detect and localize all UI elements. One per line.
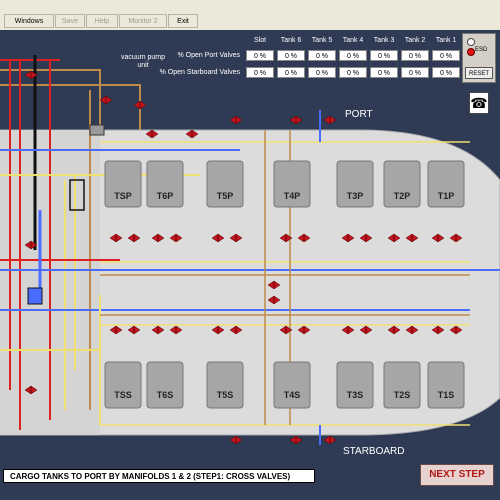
esd-radio[interactable] — [467, 38, 475, 46]
tank-tss: TSS — [114, 390, 132, 400]
footer-bar: CARGO TANKS TO PORT BY MANIFOLDS 1 & 2 (… — [0, 460, 500, 500]
phone-icon[interactable]: ☎ — [469, 92, 489, 114]
menu-exit[interactable]: Exit — [168, 14, 198, 28]
col-tank1: Tank 1 — [435, 37, 457, 44]
esd-indicator-icon — [467, 48, 475, 56]
menu-windows[interactable]: Windows — [4, 14, 54, 28]
col-tank6: Tank 6 — [280, 37, 302, 44]
tank-tsp: TSP — [114, 191, 132, 201]
col-tank3: Tank 3 — [373, 37, 395, 44]
tank-t6p: T6P — [156, 191, 174, 201]
tank-t1p: T1P — [437, 191, 455, 201]
cargo-control-screen: TSP T6P T5P T4P T3P T2P T1P TSS T6S T5S … — [0, 30, 500, 460]
tank-t4s: T4S — [283, 390, 301, 400]
stbd-tank3-value: 0 % — [370, 67, 398, 78]
esd-panel: ESD RESET — [462, 33, 496, 83]
tank-t5p: T5P — [216, 191, 234, 201]
tank-t5s: T5S — [216, 390, 234, 400]
vacuum-pump — [89, 124, 105, 136]
tank-t1s: T1S — [437, 390, 455, 400]
tank-t3p: T3P — [346, 191, 364, 201]
starboard-tanks — [104, 361, 465, 409]
row-port-label: % Open Port Valves — [177, 52, 240, 59]
port-label: PORT — [345, 109, 373, 120]
port-slot-value: 0 % — [246, 50, 274, 61]
esd-label: ESD — [475, 47, 488, 53]
stbd-tank1-value: 0 % — [432, 67, 460, 78]
tank-t2s: T2S — [393, 390, 411, 400]
col-tank2: Tank 2 — [404, 37, 426, 44]
stbd-tank6-value: 0 % — [277, 67, 305, 78]
stbd-tank2-value: 0 % — [401, 67, 429, 78]
row-starboard-label: % Open Starboard Valves — [159, 69, 240, 76]
piping-diagram — [0, 55, 500, 445]
col-tank4: Tank 4 — [342, 37, 364, 44]
step-title: CARGO TANKS TO PORT BY MANIFOLDS 1 & 2 (… — [3, 469, 315, 483]
menu-monitor2[interactable]: Monitor 2 — [119, 14, 167, 28]
stbd-tank4-value: 0 % — [339, 67, 367, 78]
menu-help[interactable]: Help — [86, 14, 118, 28]
starboard-label: STARBOARD — [343, 446, 405, 457]
menu-bar: Windows Save Help Monitor 2 Exit — [0, 0, 500, 31]
stbd-slot-value: 0 % — [246, 67, 274, 78]
tank-t3s: T3S — [346, 390, 364, 400]
menu-save[interactable]: Save — [55, 14, 85, 28]
tank-t6s: T6S — [156, 390, 174, 400]
port-tank1-value: 0 % — [432, 50, 460, 61]
stbd-tank5-value: 0 % — [308, 67, 336, 78]
col-tank5: Tank 5 — [311, 37, 333, 44]
port-tank6-value: 0 % — [277, 50, 305, 61]
pump-symbol-2 — [27, 287, 43, 305]
reset-button[interactable]: RESET — [465, 67, 493, 79]
tank-t2p: T2P — [393, 191, 411, 201]
next-step-button[interactable]: NEXT STEP — [420, 464, 494, 486]
port-tank4-value: 0 % — [339, 50, 367, 61]
port-tank5-value: 0 % — [308, 50, 336, 61]
tank-t4p: T4P — [283, 191, 301, 201]
port-tank2-value: 0 % — [401, 50, 429, 61]
port-tank3-value: 0 % — [370, 50, 398, 61]
col-slot: Slot — [253, 37, 267, 44]
